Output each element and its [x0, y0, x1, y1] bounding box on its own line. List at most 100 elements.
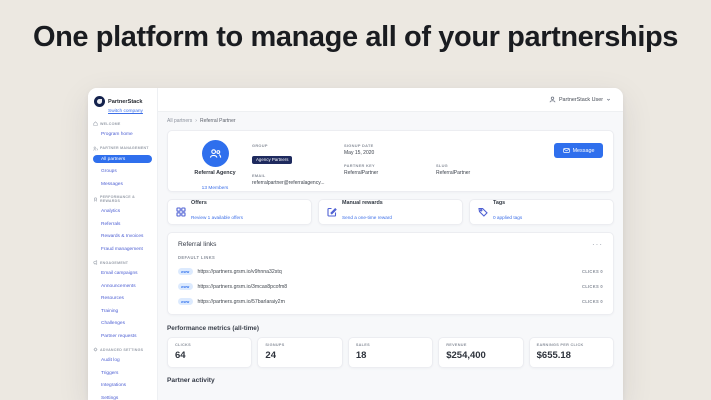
partnerstack-logo-icon	[94, 96, 105, 107]
referral-link-url-3[interactable]: https://partners.grsm.io/57barlaraiy2m	[198, 299, 285, 305]
referral-links-title: Referral links	[178, 241, 217, 248]
referral-link-row: WWW https://partners.grsm.io/v9hnna32stq…	[178, 268, 603, 275]
manual-rewards-card[interactable]: Manual rewards Send a one-time reward	[318, 199, 463, 225]
message-button[interactable]: Message	[554, 143, 603, 158]
overflow-menu-icon[interactable]: ···	[592, 240, 603, 248]
link-badge-icon: WWW	[178, 298, 193, 305]
partner-activity-title: Partner activity	[167, 377, 215, 384]
referral-link-row: WWW https://partners.grsm.io/57barlaraiy…	[178, 298, 603, 305]
metric-sales: SALES 18	[347, 337, 434, 368]
medal-icon	[93, 196, 98, 202]
sidebar-item-rewards-invoices[interactable]: Rewards & Invoices	[93, 233, 152, 241]
tags-link[interactable]: 0 applied tags	[493, 215, 522, 220]
metric-revenue: REVENUE $254,400	[438, 337, 524, 368]
link-clicks-1: CLICKS 0	[581, 269, 603, 274]
megaphone-icon	[93, 260, 98, 265]
breadcrumb: All partners › Referral Partner	[167, 118, 614, 124]
slug-value: ReferralPartner	[436, 170, 471, 176]
grid-icon	[176, 207, 186, 217]
sidebar-item-all-partners[interactable]: All partners	[93, 155, 152, 163]
sidebar-item-fraud-management[interactable]: Fraud management	[93, 245, 152, 253]
partner-identity: Referral Agency 13 Members	[178, 140, 252, 191]
user-menu[interactable]: PartnerStack User	[549, 96, 611, 103]
group-label: GROUP	[252, 143, 268, 148]
switch-company-link[interactable]: Switch company	[108, 109, 152, 114]
content-area: All partners › Referral Partner Referral…	[158, 112, 623, 400]
brand-name: PartnerStack	[108, 98, 143, 105]
offers-title: Offers	[191, 200, 207, 206]
tag-icon	[478, 207, 488, 217]
offers-card[interactable]: Offers Review 1 available offers	[167, 199, 312, 225]
referral-link-url-2[interactable]: https://partners.grsm.io/3mcax8pcofm8	[198, 284, 288, 290]
slug-label: SLUG	[436, 163, 449, 168]
manual-rewards-link[interactable]: Send a one-time reward	[342, 215, 392, 220]
sidebar-item-announcements[interactable]: Announcements	[93, 282, 152, 290]
partner-key-label: PARTNER KEY	[344, 163, 375, 168]
partner-avatar	[201, 140, 229, 167]
sidebar-item-messages[interactable]: Messages	[93, 180, 152, 188]
partner-fields: GROUP Agency Partners EMAIL referralpart…	[252, 140, 514, 186]
chevron-down-icon	[607, 98, 610, 101]
sidebar-item-partner-requests[interactable]: Partner requests	[93, 332, 152, 340]
sidebar-item-resources[interactable]: Resources	[93, 295, 152, 303]
sidebar-item-challenges[interactable]: Challenges	[93, 320, 152, 328]
sidebar-item-program-home[interactable]: Program home	[93, 131, 152, 139]
tags-card[interactable]: Tags 0 applied tags	[469, 199, 614, 225]
main-area: PartnerStack User All partners › Referra…	[158, 88, 623, 400]
metric-earnings-per-click: EARNINGS PER CLICK $655.18	[528, 337, 615, 368]
sidebar: PartnerStack Switch company WELCOME Prog…	[88, 88, 158, 400]
home-icon	[93, 121, 98, 126]
sidebar-item-email-campaigns[interactable]: Email campaigns	[93, 270, 152, 278]
link-clicks-3: CLICKS 0	[581, 299, 603, 304]
nav-section-partner-management: PARTNER MANAGEMENT	[93, 146, 152, 151]
action-cards: Offers Review 1 available offers Manual …	[167, 199, 614, 225]
edit-icon	[327, 207, 337, 217]
sidebar-nav: WELCOME Program home PARTNER MANAGEMENT …	[93, 121, 152, 400]
performance-metrics-title: Performance metrics (all-time)	[167, 325, 259, 332]
offers-link[interactable]: Review 1 available offers	[191, 215, 243, 220]
partner-key-value: ReferralPartner	[344, 170, 379, 176]
users-icon	[93, 146, 98, 151]
referral-link-row: WWW https://partners.grsm.io/3mcax8pcofm…	[178, 283, 603, 290]
link-badge-icon: WWW	[178, 283, 193, 290]
metric-signups: SIGNUPS 24	[257, 337, 343, 368]
tags-title: Tags	[493, 200, 506, 206]
breadcrumb-separator: ›	[195, 118, 197, 124]
nav-section-advanced-settings: ADVANCED SETTINGS	[93, 347, 152, 352]
app-window: PartnerStack Switch company WELCOME Prog…	[88, 88, 623, 400]
group-badge: Agency Partners	[252, 155, 293, 164]
referral-link-url-1[interactable]: https://partners.grsm.io/v9hnna32stq	[198, 269, 282, 275]
link-badge-icon: WWW	[178, 268, 193, 275]
referral-links-card: Referral links ··· DEFAULT LINKS WWW htt…	[167, 232, 614, 315]
sidebar-item-training[interactable]: Training	[93, 307, 152, 315]
signup-date-value: May 15, 2020	[344, 150, 375, 156]
topbar: PartnerStack User	[158, 88, 623, 112]
sidebar-item-groups[interactable]: Groups	[93, 168, 152, 176]
sidebar-item-audit-log[interactable]: Audit log	[93, 357, 152, 365]
link-clicks-2: CLICKS 0	[581, 284, 603, 289]
page-title: One platform to manage all of your partn…	[32, 21, 679, 53]
manual-rewards-title: Manual rewards	[342, 200, 383, 206]
brand: PartnerStack	[93, 96, 152, 107]
envelope-icon	[562, 148, 570, 153]
metrics-row: CLICKS 64 SIGNUPS 24 SALES 18 REVENUE $2…	[167, 337, 615, 368]
breadcrumb-all-partners[interactable]: All partners	[167, 118, 192, 124]
sidebar-item-integrations[interactable]: Integrations	[93, 382, 152, 390]
gear-icon	[93, 347, 98, 352]
sidebar-item-settings[interactable]: Settings	[93, 394, 152, 400]
sidebar-item-analytics[interactable]: Analytics	[93, 208, 152, 216]
nav-section-performance-rewards: PERFORMANCE & REWARDS	[93, 195, 152, 203]
hero-section: One platform to manage all of your partn…	[0, 21, 711, 54]
sidebar-item-referrals[interactable]: Referrals	[93, 220, 152, 228]
metric-clicks: CLICKS 64	[167, 337, 253, 368]
default-links-label: DEFAULT LINKS	[178, 255, 216, 260]
user-icon	[549, 96, 556, 103]
partner-profile-card: Referral Agency 13 Members GROUP Agency …	[167, 130, 614, 192]
partner-name: Referral Agency	[194, 170, 236, 176]
sidebar-item-triggers[interactable]: Triggers	[93, 369, 152, 377]
group-icon	[209, 149, 221, 158]
members-link[interactable]: 13 Members	[202, 186, 229, 191]
nav-section-engagement: ENGAGEMENT	[93, 260, 152, 265]
nav-section-welcome: WELCOME	[93, 121, 152, 126]
breadcrumb-current: Referral Partner	[199, 118, 236, 124]
